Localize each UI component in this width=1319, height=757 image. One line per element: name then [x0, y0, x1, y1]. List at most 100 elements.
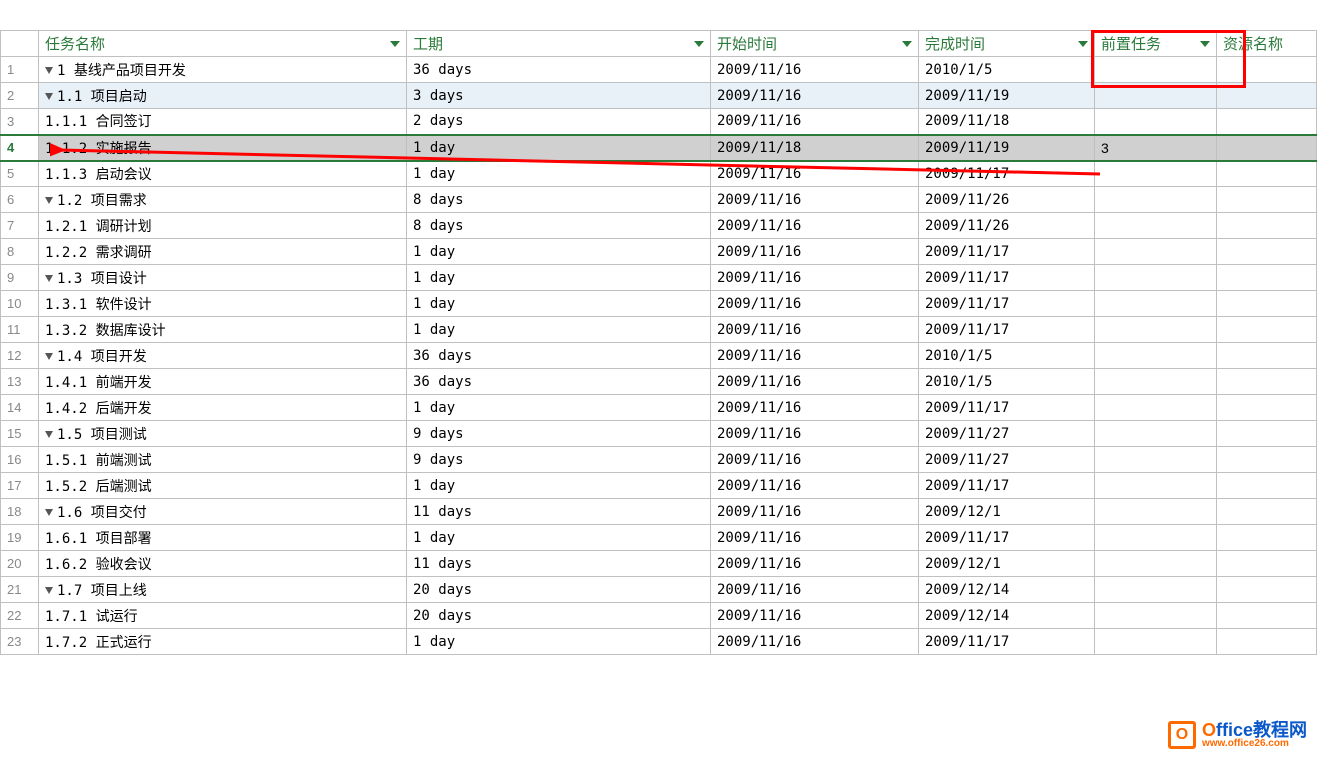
cell-task-name[interactable]: 1.1.3 启动会议 [39, 161, 407, 187]
cell-start[interactable]: 2009/11/16 [711, 499, 919, 525]
table-row[interactable]: 81.2.2 需求调研1 day2009/11/162009/11/17 [1, 239, 1317, 265]
cell-finish[interactable]: 2010/1/5 [919, 343, 1095, 369]
cell-finish[interactable]: 2009/12/14 [919, 603, 1095, 629]
cell-predecessor[interactable] [1095, 317, 1217, 343]
row-number[interactable]: 18 [1, 499, 39, 525]
row-number[interactable]: 23 [1, 629, 39, 655]
filter-icon[interactable] [694, 41, 704, 47]
cell-finish[interactable]: 2009/11/19 [919, 135, 1095, 161]
cell-predecessor[interactable] [1095, 57, 1217, 83]
cell-start[interactable]: 2009/11/16 [711, 525, 919, 551]
cell-finish[interactable]: 2009/11/27 [919, 447, 1095, 473]
table-row[interactable]: 101.3.1 软件设计1 day2009/11/162009/11/17 [1, 291, 1317, 317]
cell-finish[interactable]: 2009/11/26 [919, 213, 1095, 239]
cell-duration[interactable]: 1 day [407, 291, 711, 317]
cell-task-name[interactable]: 1.2.1 调研计划 [39, 213, 407, 239]
table-row[interactable]: 41.1.2 实施报告1 day2009/11/182009/11/193 [1, 135, 1317, 161]
row-number[interactable]: 13 [1, 369, 39, 395]
cell-predecessor[interactable] [1095, 499, 1217, 525]
cell-duration[interactable]: 1 day [407, 317, 711, 343]
cell-duration[interactable]: 9 days [407, 447, 711, 473]
cell-finish[interactable]: 2009/11/17 [919, 317, 1095, 343]
cell-resource[interactable] [1217, 213, 1317, 239]
cell-task-name[interactable]: 1.6.2 验收会议 [39, 551, 407, 577]
table-row[interactable]: 161.5.1 前端测试9 days2009/11/162009/11/27 [1, 447, 1317, 473]
table-row[interactable]: 31.1.1 合同签订2 days2009/11/162009/11/18 [1, 109, 1317, 135]
cell-predecessor[interactable] [1095, 109, 1217, 135]
cell-finish[interactable]: 2009/11/17 [919, 291, 1095, 317]
cell-resource[interactable] [1217, 239, 1317, 265]
cell-duration[interactable]: 1 day [407, 395, 711, 421]
table-row[interactable]: 61.2 项目需求8 days2009/11/162009/11/26 [1, 187, 1317, 213]
cell-resource[interactable] [1217, 187, 1317, 213]
table-row[interactable]: 221.7.1 试运行20 days2009/11/162009/12/14 [1, 603, 1317, 629]
table-row[interactable]: 91.3 项目设计1 day2009/11/162009/11/17 [1, 265, 1317, 291]
cell-finish[interactable]: 2009/11/19 [919, 83, 1095, 109]
cell-finish[interactable]: 2010/1/5 [919, 57, 1095, 83]
cell-resource[interactable] [1217, 577, 1317, 603]
cell-task-name[interactable]: 1.1.1 合同签订 [39, 109, 407, 135]
cell-finish[interactable]: 2009/12/1 [919, 499, 1095, 525]
cell-predecessor[interactable] [1095, 83, 1217, 109]
cell-task-name[interactable]: 1.4.1 前端开发 [39, 369, 407, 395]
cell-start[interactable]: 2009/11/16 [711, 473, 919, 499]
cell-resource[interactable] [1217, 57, 1317, 83]
cell-resource[interactable] [1217, 135, 1317, 161]
cell-resource[interactable] [1217, 109, 1317, 135]
cell-resource[interactable] [1217, 317, 1317, 343]
cell-predecessor[interactable] [1095, 603, 1217, 629]
header-predecessor[interactable]: 前置任务 [1095, 31, 1217, 57]
table-row[interactable]: 131.4.1 前端开发36 days2009/11/162010/1/5 [1, 369, 1317, 395]
cell-resource[interactable] [1217, 421, 1317, 447]
row-number[interactable]: 21 [1, 577, 39, 603]
collapse-icon[interactable] [45, 93, 53, 100]
cell-duration[interactable]: 1 day [407, 265, 711, 291]
row-number[interactable]: 7 [1, 213, 39, 239]
header-finish[interactable]: 完成时间 [919, 31, 1095, 57]
cell-start[interactable]: 2009/11/16 [711, 421, 919, 447]
collapse-icon[interactable] [45, 587, 53, 594]
cell-start[interactable]: 2009/11/16 [711, 187, 919, 213]
cell-task-name[interactable]: 1.6.1 项目部署 [39, 525, 407, 551]
row-number[interactable]: 22 [1, 603, 39, 629]
cell-resource[interactable] [1217, 447, 1317, 473]
collapse-icon[interactable] [45, 67, 53, 74]
cell-resource[interactable] [1217, 161, 1317, 187]
cell-start[interactable]: 2009/11/16 [711, 629, 919, 655]
cell-duration[interactable]: 8 days [407, 213, 711, 239]
cell-task-name[interactable]: 1 基线产品项目开发 [39, 57, 407, 83]
cell-duration[interactable]: 36 days [407, 369, 711, 395]
cell-finish[interactable]: 2009/11/27 [919, 421, 1095, 447]
cell-duration[interactable]: 36 days [407, 343, 711, 369]
table-row[interactable]: 181.6 项目交付11 days2009/11/162009/12/1 [1, 499, 1317, 525]
cell-start[interactable]: 2009/11/16 [711, 57, 919, 83]
cell-task-name[interactable]: 1.5.2 后端测试 [39, 473, 407, 499]
cell-predecessor[interactable] [1095, 369, 1217, 395]
cell-predecessor[interactable] [1095, 473, 1217, 499]
cell-predecessor[interactable] [1095, 161, 1217, 187]
cell-duration[interactable]: 20 days [407, 577, 711, 603]
cell-finish[interactable]: 2009/11/17 [919, 629, 1095, 655]
cell-start[interactable]: 2009/11/16 [711, 109, 919, 135]
header-task-name[interactable]: 任务名称 [39, 31, 407, 57]
cell-predecessor[interactable] [1095, 343, 1217, 369]
cell-task-name[interactable]: 1.3.1 软件设计 [39, 291, 407, 317]
row-number[interactable]: 16 [1, 447, 39, 473]
cell-task-name[interactable]: 1.1 项目启动 [39, 83, 407, 109]
cell-resource[interactable] [1217, 473, 1317, 499]
filter-icon[interactable] [1200, 41, 1210, 47]
cell-start[interactable]: 2009/11/16 [711, 291, 919, 317]
cell-duration[interactable]: 1 day [407, 629, 711, 655]
table-row[interactable]: 121.4 项目开发36 days2009/11/162010/1/5 [1, 343, 1317, 369]
collapse-icon[interactable] [45, 275, 53, 282]
cell-start[interactable]: 2009/11/16 [711, 343, 919, 369]
table-row[interactable]: 191.6.1 项目部署1 day2009/11/162009/11/17 [1, 525, 1317, 551]
cell-task-name[interactable]: 1.7 项目上线 [39, 577, 407, 603]
table-row[interactable]: 151.5 项目测试9 days2009/11/162009/11/27 [1, 421, 1317, 447]
cell-task-name[interactable]: 1.3.2 数据库设计 [39, 317, 407, 343]
cell-task-name[interactable]: 1.4 项目开发 [39, 343, 407, 369]
row-number[interactable]: 20 [1, 551, 39, 577]
cell-duration[interactable]: 2 days [407, 109, 711, 135]
row-number[interactable]: 17 [1, 473, 39, 499]
cell-start[interactable]: 2009/11/16 [711, 83, 919, 109]
